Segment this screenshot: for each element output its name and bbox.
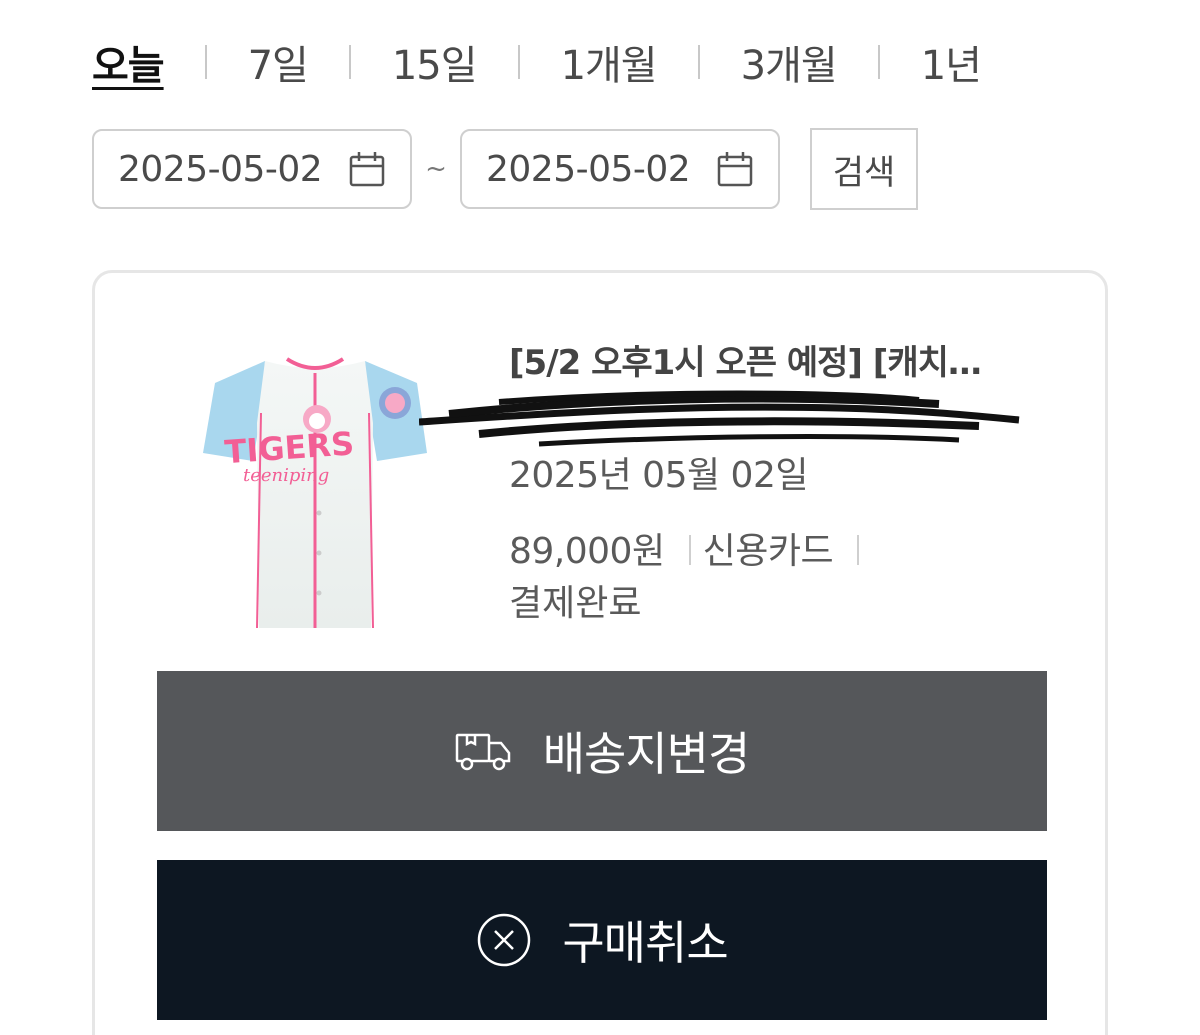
tab-1-year[interactable]: 1년 — [921, 33, 982, 91]
tab-15-days[interactable]: 15일 — [392, 33, 478, 91]
calendar-icon[interactable] — [348, 150, 386, 188]
period-tabs: 오늘 7일 15일 1개월 3개월 1년 — [92, 30, 982, 94]
end-date-field[interactable]: 2025-05-02 — [460, 129, 780, 209]
change-address-label: 배송지변경 — [542, 728, 751, 780]
end-date-value: 2025-05-02 — [486, 148, 691, 190]
order-card: TIGERS teeniping [5/2 오후1시 오픈 예정] [캐치… 2… — [92, 270, 1108, 1035]
redacted-scribble — [419, 386, 1069, 450]
tab-divider — [697, 45, 700, 79]
date-range-separator: ~ — [425, 154, 447, 184]
tab-1-month[interactable]: 1개월 — [561, 33, 658, 91]
order-date: 2025년 05월 02일 — [509, 455, 808, 496]
tab-3-months[interactable]: 3개월 — [741, 33, 838, 91]
divider — [688, 535, 691, 565]
svg-text:teeniping: teeniping — [243, 465, 329, 486]
payment-line: 89,000원 신용카드 — [509, 526, 1069, 578]
delivery-truck-icon — [455, 731, 513, 771]
payment-method: 신용카드 — [702, 531, 834, 572]
start-date-field[interactable]: 2025-05-02 — [92, 129, 412, 209]
start-date-value: 2025-05-02 — [118, 148, 323, 190]
divider — [857, 535, 860, 565]
calendar-icon[interactable] — [716, 150, 754, 188]
payment-status: 결제완료 — [509, 583, 642, 624]
tab-7-days[interactable]: 7일 — [248, 33, 309, 91]
date-range-row: 2025-05-02 ~ 2025-05-02 검색 — [92, 128, 918, 210]
tab-today[interactable]: 오늘 — [92, 33, 165, 91]
tab-divider — [877, 45, 880, 79]
tab-divider — [348, 45, 351, 79]
cancel-purchase-button[interactable]: 구매취소 — [157, 860, 1047, 1020]
search-button[interactable]: 검색 — [810, 128, 918, 210]
product-image[interactable]: TIGERS teeniping — [195, 343, 435, 633]
product-title[interactable]: [5/2 오후1시 오픈 예정] [캐치… — [509, 335, 1069, 384]
tab-divider — [204, 45, 207, 79]
order-price: 89,000원 — [509, 531, 665, 572]
cancel-purchase-label: 구매취소 — [562, 917, 728, 969]
change-address-button[interactable]: 배송지변경 — [157, 671, 1047, 831]
product-info: [5/2 오후1시 오픈 예정] [캐치… 2025년 05월 02일 89,0… — [419, 335, 1069, 630]
close-circle-icon — [476, 912, 532, 968]
tab-divider — [517, 45, 520, 79]
